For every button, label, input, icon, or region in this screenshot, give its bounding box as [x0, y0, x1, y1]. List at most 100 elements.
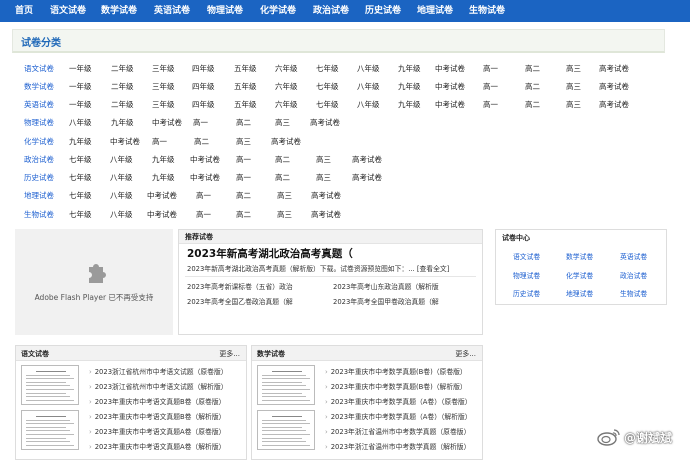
grade-link[interactable]: 高考试卷	[311, 209, 341, 220]
nav-history[interactable]: 历史试卷	[365, 0, 401, 22]
grade-link[interactable]: 高二	[275, 154, 290, 165]
grade-link[interactable]: 高考试卷	[352, 154, 382, 165]
grade-link[interactable]: 中考试卷	[152, 117, 182, 128]
grade-link[interactable]: 六年级	[275, 99, 298, 110]
row-subject-label[interactable]: 英语试卷	[24, 99, 54, 110]
paper-link[interactable]: 2023年重庆市中考语文真题B卷（原卷版）	[89, 396, 226, 406]
recommend-link[interactable]: 2023年高考全国乙卷政治真题（解	[187, 296, 293, 306]
grade-link[interactable]: 六年级	[275, 63, 298, 74]
grade-link[interactable]: 中考试卷	[147, 190, 177, 201]
grade-link[interactable]: 高考试卷	[310, 117, 340, 128]
grade-link[interactable]: 七年级	[316, 81, 339, 92]
grade-link[interactable]: 七年级	[69, 154, 92, 165]
grade-link[interactable]: 九年级	[69, 136, 92, 147]
paper-link[interactable]: 2023年重庆市中考语文真题A卷（原卷版）	[89, 426, 226, 436]
grade-link[interactable]: 高一	[236, 154, 251, 165]
row-subject-label[interactable]: 历史试卷	[24, 172, 54, 183]
grade-link[interactable]: 高三	[316, 154, 331, 165]
grade-link[interactable]: 高二	[275, 172, 290, 183]
grade-link[interactable]: 中考试卷	[110, 136, 140, 147]
grade-link[interactable]: 高考试卷	[271, 136, 301, 147]
nav-chemistry[interactable]: 化学试卷	[260, 0, 296, 22]
grade-link[interactable]: 中考试卷	[190, 154, 220, 165]
paper-thumbnail[interactable]	[257, 365, 315, 405]
paper-link[interactable]: 2023年重庆市中考语文真题A卷（解析版）	[89, 441, 226, 451]
grade-link[interactable]: 八年级	[110, 209, 133, 220]
center-link-physics[interactable]: 物理试卷	[513, 270, 540, 280]
grade-link[interactable]: 二年级	[111, 99, 134, 110]
grade-link[interactable]: 八年级	[357, 63, 380, 74]
grade-link[interactable]: 高一	[483, 99, 498, 110]
nav-home[interactable]: 首页	[15, 0, 33, 22]
grade-link[interactable]: 八年级	[110, 154, 133, 165]
nav-geography[interactable]: 地理试卷	[417, 0, 453, 22]
paper-thumbnail[interactable]	[257, 410, 315, 450]
grade-link[interactable]: 四年级	[192, 81, 215, 92]
grade-link[interactable]: 七年级	[316, 99, 339, 110]
row-subject-label[interactable]: 化学试卷	[24, 136, 54, 147]
nav-physics[interactable]: 物理试卷	[207, 0, 243, 22]
grade-link[interactable]: 七年级	[69, 190, 92, 201]
nav-english[interactable]: 英语试卷	[154, 0, 190, 22]
nav-politics[interactable]: 政治试卷	[313, 0, 349, 22]
more-link[interactable]: 更多...	[455, 349, 476, 359]
grade-link[interactable]: 中考试卷	[435, 99, 465, 110]
paper-link[interactable]: 2023年重庆市中考数学真题(B卷)（解析版）	[325, 381, 467, 391]
grade-link[interactable]: 高二	[194, 136, 209, 147]
grade-link[interactable]: 九年级	[398, 63, 421, 74]
grade-link[interactable]: 高三	[236, 136, 251, 147]
grade-link[interactable]: 五年级	[234, 81, 257, 92]
grade-link[interactable]: 中考试卷	[435, 63, 465, 74]
grade-link[interactable]: 高一	[236, 172, 251, 183]
grade-link[interactable]: 高一	[483, 81, 498, 92]
grade-link[interactable]: 七年级	[69, 172, 92, 183]
grade-link[interactable]: 高一	[483, 63, 498, 74]
row-subject-label[interactable]: 地理试卷	[24, 190, 54, 201]
grade-link[interactable]: 七年级	[69, 209, 92, 220]
grade-link[interactable]: 高二	[236, 190, 251, 201]
center-link-chemistry[interactable]: 化学试卷	[566, 270, 593, 280]
grade-link[interactable]: 高考试卷	[311, 190, 341, 201]
row-subject-label[interactable]: 物理试卷	[24, 117, 54, 128]
grade-link[interactable]: 中考试卷	[435, 81, 465, 92]
grade-link[interactable]: 中考试卷	[147, 209, 177, 220]
grade-link[interactable]: 六年级	[275, 81, 298, 92]
paper-link[interactable]: 2023年重庆市中考数学真题（A卷）（原卷版）	[325, 396, 472, 406]
grade-link[interactable]: 五年级	[234, 63, 257, 74]
paper-thumbnail[interactable]	[21, 410, 79, 450]
view-full-link[interactable]: [查看全文]	[417, 265, 450, 273]
paper-link[interactable]: 2023年重庆市中考语文真题B卷（解析版）	[89, 411, 226, 421]
center-link-politics[interactable]: 政治试卷	[620, 270, 647, 280]
grade-link[interactable]: 三年级	[152, 63, 175, 74]
recommend-link[interactable]: 2023年高考新课标卷（五省）政治	[187, 281, 293, 291]
grade-link[interactable]: 高二	[236, 117, 251, 128]
grade-link[interactable]: 八年级	[110, 190, 133, 201]
grade-link[interactable]: 五年级	[234, 99, 257, 110]
grade-link[interactable]: 九年级	[398, 99, 421, 110]
paper-link[interactable]: 2023年浙江省温州市中考数学真题（原卷版）	[325, 426, 471, 436]
grade-link[interactable]: 高二	[525, 81, 540, 92]
grade-link[interactable]: 二年级	[111, 81, 134, 92]
nav-math[interactable]: 数学试卷	[101, 0, 137, 22]
grade-link[interactable]: 高三	[566, 81, 581, 92]
row-subject-label[interactable]: 政治试卷	[24, 154, 54, 165]
grade-link[interactable]: 三年级	[152, 81, 175, 92]
center-link-chinese[interactable]: 语文试卷	[513, 251, 540, 261]
recommend-link[interactable]: 2023年高考山东政治真题（解析版	[333, 281, 439, 291]
grade-link[interactable]: 高三	[316, 172, 331, 183]
grade-link[interactable]: 高三	[566, 63, 581, 74]
grade-link[interactable]: 高二	[525, 63, 540, 74]
grade-link[interactable]: 高二	[236, 209, 251, 220]
center-link-math[interactable]: 数学试卷	[566, 251, 593, 261]
grade-link[interactable]: 中考试卷	[190, 172, 220, 183]
center-link-english[interactable]: 英语试卷	[620, 251, 647, 261]
grade-link[interactable]: 七年级	[316, 63, 339, 74]
nav-chinese[interactable]: 语文试卷	[50, 0, 86, 22]
center-link-biology[interactable]: 生物试卷	[620, 288, 647, 298]
grade-link[interactable]: 八年级	[110, 172, 133, 183]
grade-link[interactable]: 高考试卷	[599, 63, 629, 74]
grade-link[interactable]: 四年级	[192, 63, 215, 74]
grade-link[interactable]: 八年级	[357, 99, 380, 110]
row-subject-label[interactable]: 生物试卷	[24, 209, 54, 220]
paper-link[interactable]: 2023年重庆市中考数学真题（A卷）（解析版）	[325, 411, 472, 421]
